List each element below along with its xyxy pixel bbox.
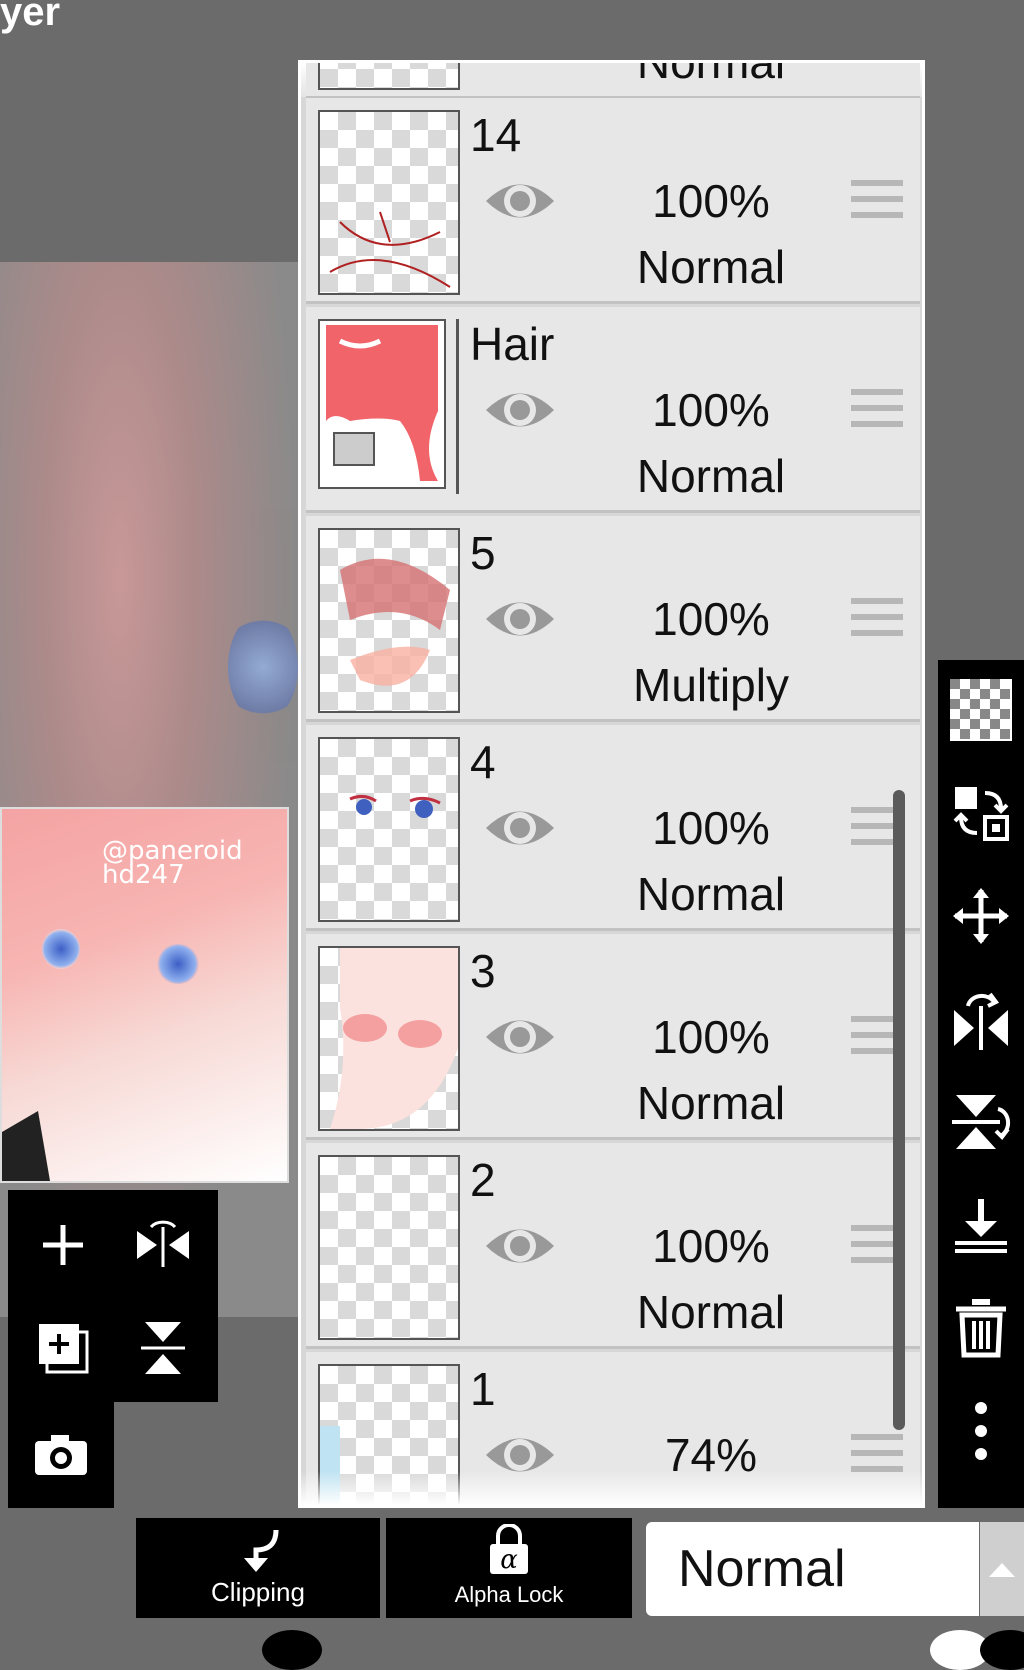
clipping-arrow-icon — [244, 1529, 279, 1572]
flip-vertical-right-button[interactable] — [938, 1072, 1024, 1172]
page-title: yer — [0, 0, 61, 34]
move-icon — [953, 888, 1009, 944]
more-options-button[interactable] — [938, 1381, 1024, 1481]
layer-row[interactable]: 4 100% Normal — [306, 725, 920, 931]
layer-panel-scrollbar[interactable] — [893, 790, 905, 1430]
add-layer-copy-icon — [39, 1324, 89, 1374]
alpha-lock-icon: α — [490, 1524, 528, 1575]
clipping-label: Clipping — [211, 1577, 305, 1607]
flip-horizontal-right-button[interactable] — [938, 969, 1024, 1069]
layer-opacity[interactable]: 100% — [626, 801, 796, 855]
flip-vertical-button[interactable] — [113, 1298, 213, 1398]
thumbnail-signature: @paneroid hd247 — [102, 836, 243, 890]
layer-name: 5 — [470, 527, 496, 579]
layer-opacity[interactable]: 100% — [626, 174, 796, 228]
trash-icon — [956, 1299, 1006, 1358]
eye-visibility-icon[interactable] — [484, 803, 556, 853]
drag-handle-icon[interactable] — [851, 180, 903, 224]
move-button[interactable] — [938, 866, 1024, 966]
merge-down-button[interactable] — [938, 1175, 1024, 1275]
bottom-nav-circle[interactable] — [262, 1630, 322, 1670]
eye-visibility-icon[interactable] — [484, 176, 556, 226]
layer-blend-mode: Multiply — [633, 659, 789, 711]
more-vertical-icon — [975, 1402, 987, 1460]
layer-name: 4 — [470, 736, 496, 788]
left-toolbar-lower — [8, 1402, 114, 1508]
add-layer-copy-button[interactable] — [13, 1298, 113, 1398]
layer-blend-mode: Normal — [636, 60, 786, 88]
right-toolbar — [938, 660, 1024, 1508]
layer-blend-mode: Normal — [636, 450, 786, 502]
layer-opacity[interactable]: 100% — [626, 1010, 796, 1064]
layer-thumbnail — [318, 1155, 460, 1340]
drag-handle-icon[interactable] — [851, 598, 903, 642]
chevron-up-icon — [989, 1563, 1015, 1577]
canvas-eye-detail — [228, 612, 298, 722]
flip-horizontal-icon — [954, 992, 1008, 1050]
layer-panel-bottom-fade — [301, 1471, 922, 1505]
layer-thumbnail — [318, 110, 460, 295]
eye-visibility-icon[interactable] — [484, 1012, 556, 1062]
layer-name: 1 — [470, 1363, 496, 1415]
alpha-lock-label: Alpha Lock — [454, 1582, 564, 1607]
flip-vertical-icon — [952, 1095, 1011, 1149]
layer-thumbnail — [318, 63, 460, 90]
blend-mode-dropdown-button[interactable] — [980, 1522, 1024, 1616]
layer-name: 3 — [470, 945, 496, 997]
add-layer-button[interactable] — [13, 1195, 113, 1295]
folder-edge — [456, 319, 459, 494]
bottom-nav-circle[interactable] — [980, 1630, 1024, 1670]
layer-opacity[interactable]: 100% — [626, 1219, 796, 1273]
layer-blend-mode: Normal — [636, 1077, 786, 1129]
merge-down-icon — [955, 1199, 1007, 1253]
delete-layer-button[interactable] — [938, 1278, 1024, 1378]
camera-icon — [35, 1435, 87, 1475]
left-toolbar — [8, 1190, 218, 1402]
layer-blend-mode: Normal — [636, 1286, 786, 1338]
layer-blend-mode: Normal — [636, 868, 786, 920]
layer-row[interactable]: 5 100% Multiply — [306, 516, 920, 722]
layer-thumbnail — [318, 528, 460, 713]
thumbnail-eye-left — [42, 929, 80, 969]
swap-icon — [953, 787, 1009, 841]
layer-thumbnail — [318, 946, 460, 1131]
layer-opacity[interactable]: 100% — [626, 592, 796, 646]
swap-layers-button[interactable] — [938, 763, 1024, 863]
alpha-lock-button[interactable]: α Alpha Lock — [386, 1518, 632, 1618]
layer-row[interactable]: 2 100% Normal — [306, 1143, 920, 1349]
layer-thumbnail — [318, 737, 460, 922]
camera-button[interactable] — [11, 1405, 111, 1505]
flip-horizontal-icon — [137, 1220, 189, 1267]
layer-row-folder[interactable]: Hair 100% Normal — [306, 307, 920, 513]
layer-thumbnail — [318, 319, 446, 489]
checkerboard-icon — [950, 679, 1012, 741]
transparency-button[interactable] — [938, 660, 1024, 760]
layer-row-partial[interactable]: Normal — [306, 60, 920, 99]
layer-name: 2 — [470, 1154, 496, 1206]
eye-visibility-icon[interactable] — [484, 385, 556, 435]
drag-handle-icon[interactable] — [851, 389, 903, 433]
eye-visibility-icon[interactable] — [484, 594, 556, 644]
flip-vertical-icon — [141, 1322, 185, 1374]
layer-row[interactable]: 14 100% Normal — [306, 98, 920, 304]
blend-mode-select[interactable]: Normal — [646, 1522, 979, 1616]
canvas-thumbnail[interactable]: @paneroid hd247 — [0, 807, 289, 1183]
layer-opacity[interactable]: 100% — [626, 383, 796, 437]
thumbnail-shirt — [2, 1111, 50, 1181]
svg-text:α: α — [500, 1545, 518, 1575]
plus-icon — [43, 1225, 83, 1265]
layer-panel[interactable]: Normal 14 100% Normal Hair 100% Normal 5… — [298, 60, 925, 1508]
thumbnail-eye-right — [157, 944, 199, 984]
layer-blend-mode: Normal — [636, 241, 786, 293]
eye-visibility-icon[interactable] — [484, 1221, 556, 1271]
clipping-button[interactable]: Clipping — [136, 1518, 380, 1618]
layer-name: 14 — [470, 109, 522, 161]
layer-name: Hair — [470, 318, 555, 370]
flip-horizontal-button[interactable] — [113, 1195, 213, 1295]
layer-row[interactable]: 3 100% Normal — [306, 934, 920, 1140]
